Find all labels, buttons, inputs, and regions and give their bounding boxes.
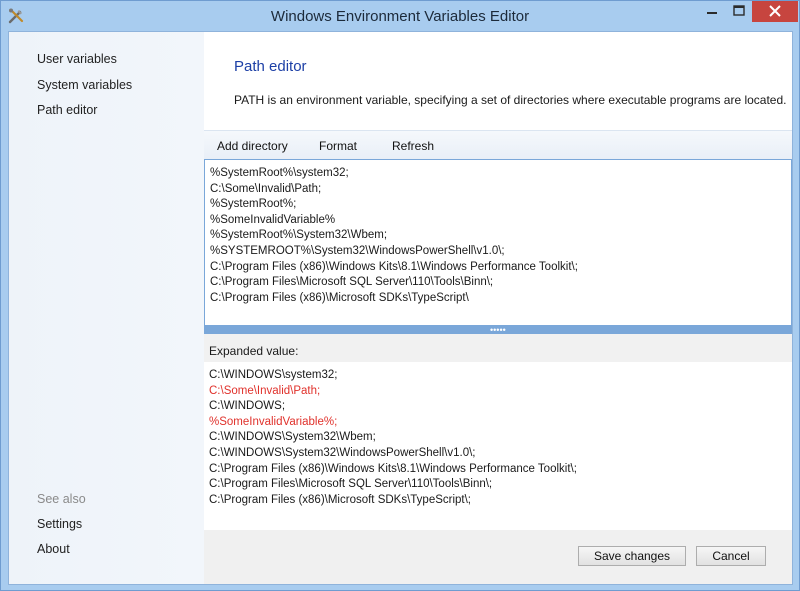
format-button[interactable]: Format xyxy=(319,139,357,153)
sidebar-item-system-variables[interactable]: System variables xyxy=(37,78,132,92)
expanded-line: C:\WINDOWS\system32; xyxy=(209,369,338,381)
button-bar: Save changes Cancel xyxy=(204,530,792,584)
path-line: C:\Program Files (x86)\Windows Kits\8.1\… xyxy=(210,260,578,273)
expanded-header: Expanded value: xyxy=(204,334,792,362)
page-title: Path editor xyxy=(234,58,307,75)
expanded-line: C:\WINDOWS\System32\Wbem; xyxy=(209,431,376,444)
add-directory-button[interactable]: Add directory xyxy=(217,139,288,153)
expanded-value-list: C:\WINDOWS\system32; C:\Some\Invalid\Path… xyxy=(204,362,792,530)
path-editor-textarea[interactable]: %SystemRoot%\system32; C:\Some\Invalid\P… xyxy=(204,159,792,326)
path-line: %SYSTEMROOT%\System32\WindowsPowerShell\… xyxy=(210,244,505,257)
client-area: User variables System variables Path edi… xyxy=(8,31,793,585)
sidebar-item-settings[interactable]: Settings xyxy=(37,517,82,531)
cancel-button[interactable]: Cancel xyxy=(696,546,766,566)
expanded-line: C:\WINDOWS\System32\WindowsPowerShell\v1… xyxy=(209,446,476,459)
expanded-line: C:\WINDOWS; xyxy=(209,400,286,413)
see-also-heading: See also xyxy=(37,492,86,506)
sidebar-item-user-variables[interactable]: User variables xyxy=(37,52,117,66)
toolbar: Add directory Format Refresh xyxy=(204,130,792,159)
path-line: %SystemRoot%\System32\Wbem; xyxy=(210,229,388,242)
path-line: %SystemRoot%; xyxy=(210,198,297,211)
save-changes-button[interactable]: Save changes xyxy=(578,546,686,566)
expanded-value-label: Expanded value: xyxy=(209,344,299,358)
expanded-line-invalid: C:\Some\Invalid\Path; xyxy=(209,384,321,397)
app-window: Windows Environment Variables Editor Use… xyxy=(0,0,800,591)
refresh-button[interactable]: Refresh xyxy=(392,139,434,153)
minimize-icon[interactable] xyxy=(698,1,726,22)
path-line: %SystemRoot%\system32; xyxy=(210,167,349,179)
sidebar-item-about[interactable]: About xyxy=(37,542,70,556)
page-description: PATH is an environment variable, specify… xyxy=(234,93,787,107)
title-bar[interactable]: Windows Environment Variables Editor xyxy=(1,1,799,31)
path-line: C:\Some\Invalid\Path; xyxy=(210,182,322,195)
grip-icon: ••••• xyxy=(490,325,506,335)
sidebar-item-path-editor[interactable]: Path editor xyxy=(37,103,97,117)
expanded-line: C:\Program Files (x86)\Microsoft SDKs\Ty… xyxy=(209,493,472,506)
main-panel: Path editor PATH is an environment varia… xyxy=(204,32,792,584)
path-line: C:\Program Files (x86)\Microsoft SDKs\Ty… xyxy=(210,291,469,304)
maximize-icon[interactable] xyxy=(726,1,752,22)
path-line: C:\Program Files\Microsoft SQL Server\11… xyxy=(210,276,494,289)
expanded-line-invalid: %SomeInvalidVariable%; xyxy=(209,415,338,428)
splitter-handle[interactable]: ••••• xyxy=(204,325,792,335)
sidebar: User variables System variables Path edi… xyxy=(9,32,204,584)
close-icon[interactable] xyxy=(752,1,798,22)
expanded-line: C:\Program Files (x86)\Windows Kits\8.1\… xyxy=(209,462,577,475)
expanded-line: C:\Program Files\Microsoft SQL Server\11… xyxy=(209,478,493,491)
window-title: Windows Environment Variables Editor xyxy=(270,8,530,25)
path-line: %SomeInvalidVariable% xyxy=(210,213,336,226)
